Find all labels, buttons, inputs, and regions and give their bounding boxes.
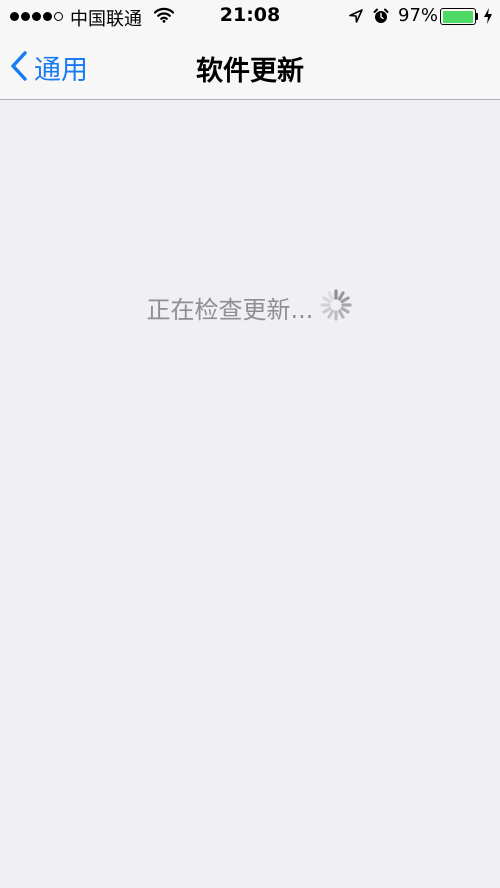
status-bar: 中国联通 21:08 97% xyxy=(0,0,500,34)
top-bar: 中国联通 21:08 97% 通用 软件更新 xyxy=(0,0,500,100)
loading-text: 正在检查更新... xyxy=(146,295,314,324)
spinner-icon xyxy=(319,288,353,326)
alarm-clock-icon xyxy=(372,7,390,29)
battery-percent: 97% xyxy=(398,5,439,26)
navigation-bar: 通用 软件更新 xyxy=(0,34,500,100)
battery-icon xyxy=(440,8,476,25)
battery-level-fill xyxy=(442,10,473,23)
loading-indicator: 正在检查更新... xyxy=(0,288,500,326)
charging-bolt-icon xyxy=(483,8,493,28)
location-arrow-icon xyxy=(348,8,364,28)
page-title: 软件更新 xyxy=(196,56,304,87)
battery-cap xyxy=(476,13,478,20)
